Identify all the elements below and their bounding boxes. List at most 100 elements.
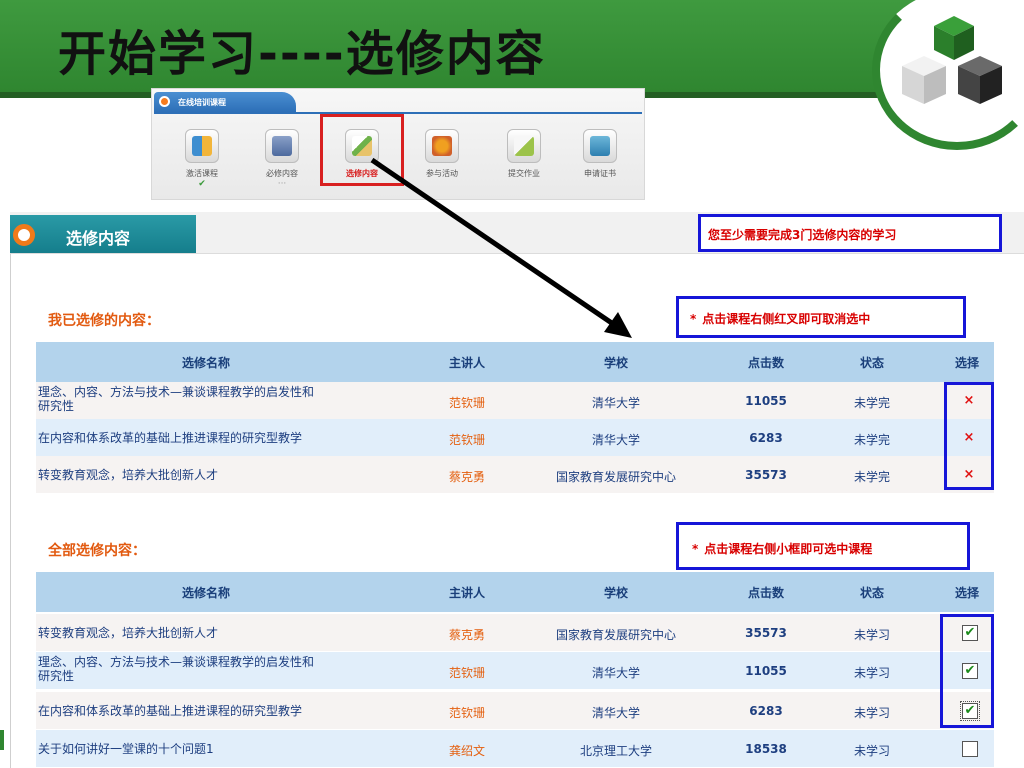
column-header: 选择 (954, 586, 979, 600)
school: 清华大学 (591, 706, 640, 720)
course-name-line: 理念、内容、方法与技术—兼谈课程教学的启发性和 (38, 385, 315, 399)
hint-label: 点击课程右侧红叉即可取消选中 (702, 312, 871, 326)
column-header: 主讲人 (448, 586, 485, 600)
checkbox-icon[interactable] (962, 741, 978, 757)
teacher: 范钦珊 (448, 706, 485, 720)
click-count: 11055 (745, 394, 787, 408)
toolbar-item-label: 提交作业 (508, 169, 540, 178)
teacher: 范钦珊 (448, 666, 485, 680)
table-header: 选修名称 主讲人 学校 点击数 状态 选择 (36, 572, 994, 612)
maple-leaf-icon (425, 129, 459, 163)
toolbar-item-required[interactable]: 必修内容 ··· (252, 125, 312, 195)
status: 未学完 (853, 470, 890, 484)
column-header: 状态 (859, 586, 884, 600)
panel-title: 选修内容 (66, 229, 131, 248)
column-header: 选修名称 (181, 356, 230, 370)
toolbar-tab[interactable]: 在线培训课程 (154, 92, 296, 112)
table-row: 转变教育观念，培养大批创新人才 蔡克勇 国家教育发展研究中心 35573 未学完… (36, 456, 994, 493)
hint-label: 点击课程右侧小框即可选中课程 (704, 542, 873, 556)
course-name-line: 研究性 (38, 669, 75, 683)
hint-star: * (690, 312, 697, 326)
course-name[interactable]: 在内容和体系改革的基础上推进课程的研究型教学 (38, 704, 302, 718)
click-count: 18538 (745, 742, 787, 756)
graduation-cap-icon (583, 129, 617, 163)
toolbar-item-certificate[interactable]: 申请证书 (570, 125, 630, 195)
all-section-title: 全部选修内容： (48, 543, 146, 559)
toolbar-tab-label: 在线培训课程 (178, 98, 226, 107)
column-header: 点击数 (747, 586, 784, 600)
teacher: 范钦珊 (448, 396, 485, 410)
school: 清华大学 (591, 396, 640, 410)
column-header: 选修名称 (181, 586, 230, 600)
table-row: 理念、内容、方法与技术—兼谈课程教学的启发性和 研究性 范钦珊 清华大学 1105… (36, 382, 994, 419)
column-header: 主讲人 (448, 356, 485, 370)
course-name[interactable]: 在内容和体系改革的基础上推进课程的研究型教学 (38, 431, 302, 445)
toolbar-item-label: 申请证书 (584, 169, 616, 178)
selected-section-title: 我已选修的内容： (48, 313, 160, 329)
course-name[interactable]: 关于如何讲好一堂课的十个问题1 (38, 742, 214, 756)
status: 未学习 (853, 628, 890, 642)
school: 清华大学 (591, 666, 640, 680)
school: 国家教育发展研究中心 (555, 628, 676, 642)
column-header: 点击数 (747, 356, 784, 370)
teacher: 蔡克勇 (448, 628, 485, 642)
table-row: 转变教育观念，培养大批创新人才 蔡克勇 国家教育发展研究中心 35573 未学习… (36, 614, 994, 651)
click-count: 35573 (745, 626, 787, 640)
toolbar-item-check: ✔ (198, 179, 206, 189)
course-name-line: 理念、内容、方法与技术—兼谈课程教学的启发性和 (38, 655, 315, 669)
toolbar-item-label: 参与活动 (426, 169, 458, 178)
all-table: 选修名称 主讲人 学校 点击数 状态 选择 转变教育观念，培养大批创新人才 蔡克… (36, 572, 994, 768)
table-row: 在内容和体系改革的基础上推进课程的研究型教学 范钦珊 清华大学 6283 未学完… (36, 419, 994, 456)
selected-item-highlight (320, 114, 404, 186)
toolbar-item-label: 激活课程 (186, 169, 218, 178)
column-header: 学校 (603, 586, 628, 600)
course-name[interactable]: 转变教育观念，培养大批创新人才 (38, 626, 218, 640)
toolbar-item-homework[interactable]: 提交作业 (494, 125, 554, 195)
status: 未学完 (853, 396, 890, 410)
status: 未学习 (853, 666, 890, 680)
all-hint: * 点击课程右侧小框即可选中课程 (692, 540, 872, 557)
teacher: 龚绍文 (448, 744, 485, 758)
selected-table: 选修名称 主讲人 学校 点击数 状态 选择 理念、内容、方法与技术—兼谈课程教学… (36, 342, 994, 498)
selected-hint: * 点击课程右侧红叉即可取消选中 (690, 310, 870, 327)
slide-title: 开始学习----选修内容 (58, 26, 546, 82)
table-row: 关于如何讲好一堂课的十个问题1 龚绍文 北京理工大学 18538 未学习 (36, 730, 994, 767)
toolbar-item-activate[interactable]: 激活课程 ✔ (172, 125, 232, 195)
notice-text: 您至少需要完成3门选修内容的学习 (708, 228, 897, 242)
click-count: 35573 (745, 468, 787, 482)
toolbar-item-activity[interactable]: 参与活动 (412, 125, 472, 195)
homework-pen-icon (507, 129, 541, 163)
slide: 开始学习----选修内容 在线培训课程 激活课程 ✔ 必修内容 ··· 选修内容… (0, 0, 1024, 768)
course-name[interactable]: 理念、内容、方法与技术—兼谈课程教学的启发性和 研究性 (38, 655, 314, 683)
status: 未学完 (853, 433, 890, 447)
course-name[interactable]: 理念、内容、方法与技术—兼谈课程教学的启发性和 研究性 (38, 385, 314, 413)
teacher: 范钦珊 (448, 433, 485, 447)
school: 北京理工大学 (579, 744, 652, 758)
column-header: 选择 (954, 356, 979, 370)
school: 国家教育发展研究中心 (555, 470, 676, 484)
table-header: 选修名称 主讲人 学校 点击数 状态 选择 (36, 342, 994, 382)
school: 清华大学 (591, 433, 640, 447)
teacher: 蔡克勇 (448, 470, 485, 484)
column-header: 状态 (859, 356, 884, 370)
cube-logo-icon (902, 16, 1002, 104)
course-name[interactable]: 转变教育观念，培养大批创新人才 (38, 468, 218, 482)
click-count: 6283 (749, 704, 783, 718)
book-icon (265, 129, 299, 163)
calendar-chart-icon (185, 129, 219, 163)
slide-edge-marker (0, 730, 4, 750)
hint-star: * (692, 542, 699, 556)
column-header: 学校 (603, 356, 628, 370)
status: 未学习 (853, 706, 890, 720)
click-count: 11055 (745, 664, 787, 678)
orange-dot-icon (159, 96, 170, 107)
orange-dot-icon (13, 224, 35, 246)
select-column-highlight (944, 382, 994, 490)
course-name-line: 研究性 (38, 399, 75, 413)
table-row: 在内容和体系改革的基础上推进课程的研究型教学 范钦珊 清华大学 6283 未学习… (36, 692, 994, 729)
toolbar-item-label: 必修内容 (266, 169, 298, 178)
click-count: 6283 (749, 431, 783, 445)
toolbar-item-dots: ··· (277, 179, 287, 189)
status: 未学习 (853, 744, 890, 758)
checkbox-column-highlight (940, 614, 994, 728)
